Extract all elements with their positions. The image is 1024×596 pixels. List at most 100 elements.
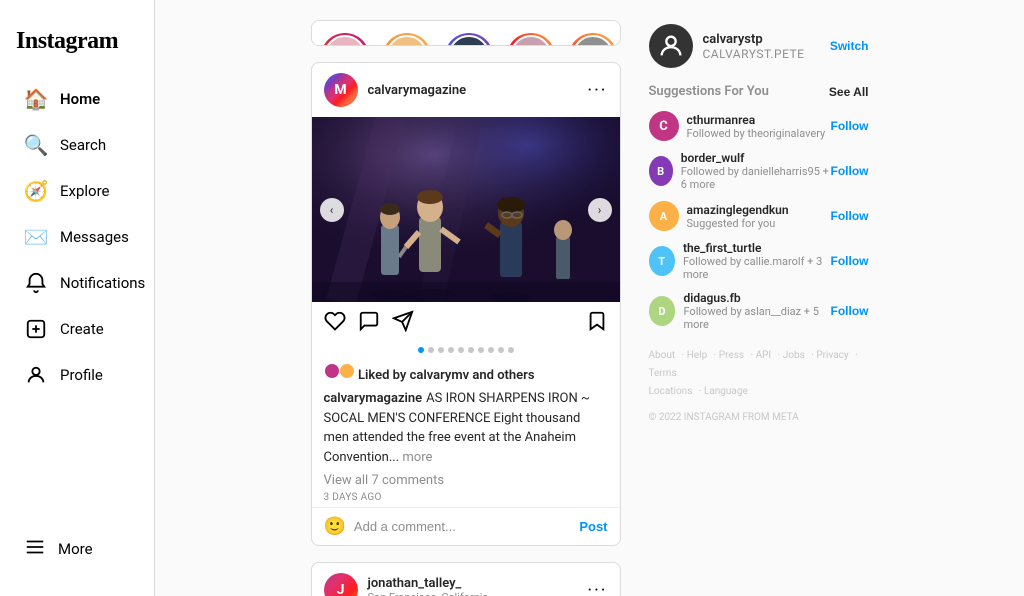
footer-link-privacy[interactable]: Privacy (816, 350, 848, 361)
profile-icon (24, 363, 48, 387)
carousel-dot (418, 347, 424, 353)
carousel-dot (488, 347, 494, 353)
follow-button[interactable]: Follow (831, 304, 869, 318)
sidebar-item-create[interactable]: Create (8, 307, 146, 351)
main-nav: 🏠 Home 🔍 Search 🧭 Explore ✉️ Messages No… (0, 75, 154, 399)
bookmark-button[interactable] (586, 310, 608, 337)
comment-input[interactable] (354, 519, 571, 534)
account-avatar (649, 24, 693, 68)
footer-link-locations[interactable]: Locations (649, 386, 693, 397)
sidebar-item-label-messages: Messages (60, 228, 129, 246)
caption-username[interactable]: calvarymagazine (324, 391, 423, 406)
footer-link-help[interactable]: Help (687, 350, 707, 361)
suggestion-info: cthurmanrea Followed by theoriginalavery (687, 113, 826, 140)
follow-button[interactable]: Follow (831, 209, 869, 223)
post2-avatar-letter: J (337, 582, 345, 596)
suggestion-row: B border_wulf Followed by danielleharris… (649, 151, 869, 191)
suggestion-sub: Suggested for you (687, 217, 789, 230)
feed: J jonathan_... J johnnyelth... M calvary… (311, 20, 621, 576)
post-header-left: M calvarymagazine (324, 73, 467, 107)
post-actions (312, 302, 620, 341)
post2-more-button[interactable]: ··· (587, 580, 607, 596)
account-left: calvarystp CALVARYST.PETE (649, 24, 805, 68)
suggestion-left: A amazinglegendkun Suggested for you (649, 201, 789, 231)
post2-username[interactable]: jonathan_talley_ (368, 576, 489, 591)
search-icon: 🔍 (24, 133, 48, 157)
more-label: More (58, 540, 93, 558)
story-avatar: T (507, 33, 555, 46)
suggestion-username[interactable]: amazinglegendkun (687, 203, 789, 217)
footer-link-about[interactable]: About (649, 350, 676, 361)
suggestion-username[interactable]: border_wulf (681, 151, 831, 165)
suggestions-header: Suggestions For You See All (649, 84, 869, 99)
comment-button[interactable] (358, 310, 380, 337)
footer-link-terms[interactable]: Terms (649, 368, 677, 379)
sidebar-item-explore[interactable]: 🧭 Explore (8, 169, 146, 213)
post-likes-text: Liked by calvarymv and others (358, 368, 535, 383)
footer-link-language[interactable]: Language (704, 386, 748, 397)
post-card: M calvarymagazine ··· (311, 62, 621, 546)
suggestion-username[interactable]: cthurmanrea (687, 113, 826, 127)
carousel-dot (428, 347, 434, 353)
post-avatar: M (324, 73, 358, 107)
story-avatar: T (569, 33, 617, 46)
sidebar-item-messages[interactable]: ✉️ Messages (8, 215, 146, 259)
carousel-dot (458, 347, 464, 353)
post-header: M calvarymagazine ··· (312, 63, 620, 117)
follow-button[interactable]: Follow (831, 164, 869, 178)
account-username[interactable]: calvarystp (703, 32, 805, 47)
footer-copyright: © 2022 INSTAGRAM FROM META (649, 409, 869, 427)
account-row: calvarystp CALVARYST.PETE Switch (649, 24, 869, 68)
share-button[interactable] (392, 310, 414, 337)
sidebar-item-label-profile: Profile (60, 366, 103, 384)
caption-more[interactable]: more (402, 450, 432, 465)
footer-link-row: About · Help · Press · API · Jobs · Priv… (649, 347, 869, 383)
follow-button[interactable]: Follow (831, 119, 869, 133)
like-button[interactable] (324, 310, 346, 337)
stories-bar: J jonathan_... J johnnyelth... M calvary… (311, 20, 621, 46)
sidebar-item-search[interactable]: 🔍 Search (8, 123, 146, 167)
post-likes: Liked by calvarymv and others (312, 359, 620, 387)
create-icon (24, 317, 48, 341)
footer-link-jobs[interactable]: Jobs (783, 350, 805, 361)
footer-link-api[interactable]: API (756, 350, 772, 361)
post2-avatar: J (324, 573, 358, 596)
see-all-button[interactable]: See All (829, 85, 869, 99)
carousel-next-button[interactable]: › (588, 198, 612, 222)
sidebar-item-home[interactable]: 🏠 Home (8, 77, 146, 121)
post-time: 3 DAYS AGO (312, 490, 620, 507)
sidebar-bottom: More (0, 518, 154, 580)
suggestion-row: D didagus.fb Followed by aslan__diaz + 5… (649, 291, 869, 331)
sidebar-item-profile[interactable]: Profile (8, 353, 146, 397)
explore-icon: 🧭 (24, 179, 48, 203)
suggestion-username[interactable]: didagus.fb (683, 291, 830, 305)
carousel-dot (478, 347, 484, 353)
carousel-dot (498, 347, 504, 353)
sidebar-item-label-create: Create (60, 320, 104, 338)
instagram-logo: Instagram (0, 16, 154, 75)
post-caption: calvarymagazineAS IRON SHARPENS IRON ~ S… (312, 387, 620, 471)
sidebar-item-label-home: Home (60, 90, 100, 108)
switch-account-button[interactable]: Switch (830, 39, 869, 53)
carousel-dot (438, 347, 444, 353)
post-more-button[interactable]: ··· (587, 80, 607, 101)
sidebar-item-notifications[interactable]: Notifications (8, 261, 146, 305)
follow-button[interactable]: Follow (831, 254, 869, 268)
footer-link-press[interactable]: Press (719, 350, 744, 361)
view-comments-link[interactable]: View all 7 comments (312, 471, 620, 490)
post-card-2: J jonathan_talley_ San Francisco, Califo… (311, 562, 621, 596)
account-fullname: CALVARYST.PETE (703, 47, 805, 61)
suggestion-avatar: T (649, 246, 675, 276)
post-image: ‹ › (312, 117, 620, 302)
carousel-prev-button[interactable]: ‹ (320, 198, 344, 222)
emoji-button[interactable]: 🙂 (324, 516, 346, 537)
post-username[interactable]: calvarymagazine (368, 83, 467, 98)
post-comment-button[interactable]: Post (579, 519, 607, 534)
suggestion-username[interactable]: the_first_turtle (683, 241, 831, 255)
suggestion-avatar: C (649, 111, 679, 141)
more-button[interactable]: More (8, 526, 146, 572)
more-icon (24, 536, 46, 562)
suggestion-sub: Followed by theoriginalavery (687, 127, 826, 140)
suggestion-left: C cthurmanrea Followed by theoriginalave… (649, 111, 826, 141)
suggestion-left: D didagus.fb Followed by aslan__diaz + 5… (649, 291, 831, 331)
